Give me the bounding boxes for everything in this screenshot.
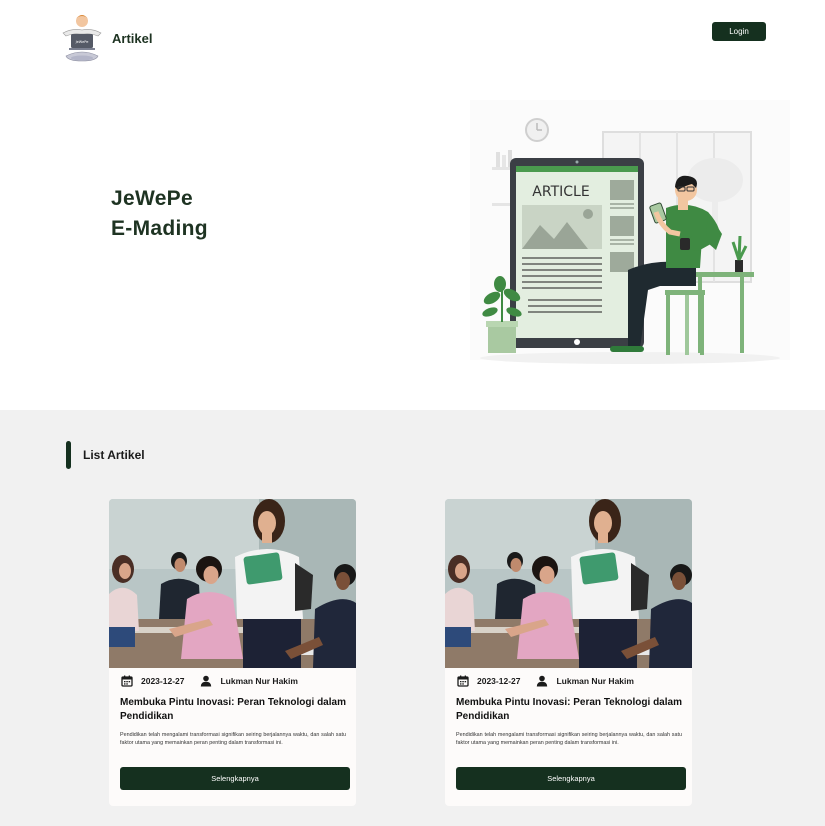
article-author: Lukman Nur Hakim xyxy=(536,675,634,687)
article-list-section: List Artikel 2023-12-27 Lukman Nur Hakim… xyxy=(0,410,825,826)
article-card: 2023-12-27 Lukman Nur Hakim Membuka Pint… xyxy=(109,499,356,806)
article-meta: 2023-12-27 Lukman Nur Hakim xyxy=(121,675,314,687)
article-title[interactable]: Membuka Pintu Inovasi: Peran Teknologi d… xyxy=(456,696,684,724)
article-thumbnail[interactable] xyxy=(445,499,692,668)
article-meta: 2023-12-27 Lukman Nur Hakim xyxy=(457,675,650,687)
section-title: List Artikel xyxy=(83,448,145,462)
article-author-text: Lukman Nur Hakim xyxy=(220,676,298,686)
calendar-icon xyxy=(121,675,133,687)
brand-logo: JeWePe xyxy=(62,15,102,62)
calendar-icon xyxy=(457,675,469,687)
brand[interactable]: JeWePe Artikel xyxy=(58,12,152,64)
article-date: 2023-12-27 xyxy=(121,675,184,687)
article-description: Pendidikan telah mengalami transformasi … xyxy=(120,732,346,746)
article-author: Lukman Nur Hakim xyxy=(200,675,298,687)
navbar: JeWePe Artikel Login xyxy=(0,0,825,80)
brand-name: Artikel xyxy=(112,30,153,46)
hero-title: JeWePe E-Mading xyxy=(111,184,208,244)
illustration-article-label: ARTICLE xyxy=(532,184,589,200)
read-more-button[interactable]: Selengkapnya xyxy=(120,767,350,790)
login-button[interactable]: Login xyxy=(712,22,766,41)
hero-title-line-1: JeWePe xyxy=(111,187,193,210)
read-more-button[interactable]: Selengkapnya xyxy=(456,767,686,790)
user-icon xyxy=(201,675,212,687)
article-date: 2023-12-27 xyxy=(457,675,520,687)
article-date-text: 2023-12-27 xyxy=(141,676,185,686)
hero-illustration: ARTICLE xyxy=(470,100,790,364)
article-date-text: 2023-12-27 xyxy=(477,676,521,686)
article-title[interactable]: Membuka Pintu Inovasi: Peran Teknologi d… xyxy=(120,696,348,724)
user-icon xyxy=(537,675,548,687)
hero-section: JeWePe E-Mading ARTICLE xyxy=(0,80,825,410)
article-card: 2023-12-27 Lukman Nur Hakim Membuka Pint… xyxy=(445,499,692,806)
article-thumbnail[interactable] xyxy=(109,499,356,668)
section-accent-bar xyxy=(66,441,71,469)
article-description: Pendidikan telah mengalami transformasi … xyxy=(456,732,682,746)
article-author-text: Lukman Nur Hakim xyxy=(556,676,634,686)
hero-title-line-2: E-Mading xyxy=(111,217,208,240)
svg-text:JeWePe: JeWePe xyxy=(75,40,89,44)
section-heading: List Artikel xyxy=(66,441,145,469)
